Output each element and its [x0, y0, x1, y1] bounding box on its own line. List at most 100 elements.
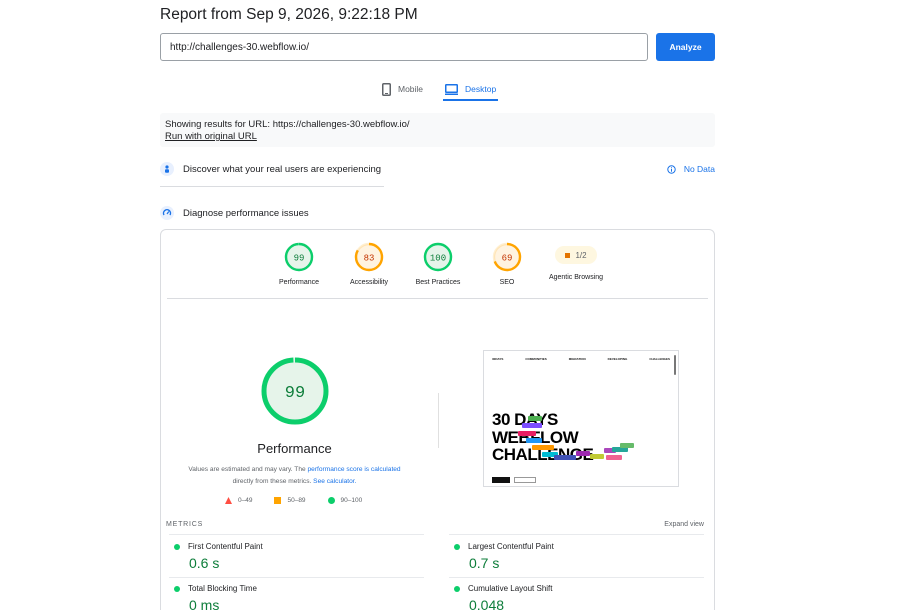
performance-note: Values are estimated and may vary. The p… [177, 464, 412, 488]
thumb-nav-item: COMMUNITIES [525, 357, 547, 361]
thumb-logo: 30DAYS [492, 357, 504, 361]
thumb-tag-chip [522, 423, 542, 428]
gauge-seo-label: SEO [499, 279, 515, 286]
pass-circle-icon [174, 543, 180, 550]
info-icon [667, 164, 676, 174]
gauge-accessibility-score: 83 [364, 254, 375, 264]
gauge-performance-label: Performance [278, 279, 320, 286]
thumb-headline-line: 30 DAYS [492, 410, 558, 429]
gauge-accessibility-label: Accessibility [349, 279, 389, 286]
square-icon [274, 497, 282, 504]
score-gauges: 99 Performance 83 Accessibility 100 Best… [161, 242, 714, 298]
thumb-nav-item: MIGRATION [568, 357, 586, 361]
gauge-performance[interactable]: 99 Performance [259, 242, 339, 286]
note-prefix: Values are estimated and may vary. The [188, 466, 308, 473]
gauge-icon [160, 206, 174, 220]
score-calculated-link[interactable]: performance score is calculated [308, 466, 401, 473]
people-icon [160, 162, 174, 176]
diagnose-title: Diagnose performance issues [183, 207, 309, 219]
tab-desktop[interactable]: Desktop [443, 78, 499, 101]
gauge-agentic-browsing[interactable]: 1/2 Agentic Browsing [536, 242, 616, 281]
thumbnail-scrollbar [674, 355, 676, 375]
gauge-seo[interactable]: 69 SEO [467, 242, 547, 286]
agentic-value: 1/2 [575, 250, 587, 260]
metric-name: Largest Contentful Paint [468, 542, 554, 551]
thumb-nav-item: CHALLENGES [649, 357, 670, 361]
analyze-button[interactable]: Analyze [656, 33, 715, 61]
thumb-nav-item: DEVELOPING [607, 357, 628, 361]
triangle-icon [225, 497, 232, 504]
see-calculator-link[interactable]: See calculator. [313, 478, 356, 485]
performance-big-score: 99 [285, 384, 305, 403]
metric-name: Cumulative Layout Shift [468, 584, 553, 593]
phone-icon [382, 82, 391, 96]
thumbnail-nav: 30DAYS COMMUNITIES MIGRATION DEVELOPING … [492, 357, 670, 361]
legend-average: 50–89 [274, 497, 306, 504]
agentic-pill: 1/2 [555, 246, 597, 264]
thumb-tag-chip [532, 445, 554, 450]
diagnose-section: Diagnose performance issues [160, 206, 715, 220]
tab-desktop-label: Desktop [465, 84, 497, 94]
pass-circle-icon [454, 585, 460, 592]
thumb-tag-chip [518, 431, 536, 436]
desktop-icon [445, 83, 459, 95]
thumb-headline-line: WEBFLOW [492, 427, 579, 447]
vertical-divider [438, 393, 439, 448]
thumb-tag-chip [528, 416, 542, 421]
page-screenshot-thumbnail[interactable]: 30DAYS COMMUNITIES MIGRATION DEVELOPING … [483, 350, 679, 487]
no-data-label: No Data [683, 164, 715, 174]
circle-icon [327, 497, 335, 504]
real-users-title: Discover what your real users are experi… [183, 163, 382, 175]
legend-fail: 0–49 [225, 497, 252, 504]
tab-mobile[interactable]: Mobile [380, 78, 425, 100]
gauge-accessibility[interactable]: 83 Accessibility [329, 242, 409, 286]
thumb-tag-chip [620, 443, 634, 448]
metric-name: First Contentful Paint [188, 542, 263, 551]
gauge-best-practices-ring: 100 [423, 242, 453, 272]
report-title: Report from Sep 9, 2026, 9:22:18 PM [160, 6, 418, 23]
gauge-best-practices[interactable]: 100 Best Practices [398, 242, 478, 286]
no-data-status[interactable]: No Data [667, 164, 715, 174]
pass-circle-icon [174, 585, 180, 592]
performance-big-gauge: 99 [261, 357, 329, 425]
gauge-seo-score: 69 [502, 254, 513, 264]
thumb-tag-chip [526, 438, 542, 443]
run-original-url-link[interactable]: Run with original URL [165, 131, 257, 142]
thumb-footer-button [492, 477, 510, 483]
metric-divider [449, 534, 704, 535]
thumb-tag-chip [606, 455, 622, 460]
report-card: 99 Performance 83 Accessibility 100 Best… [160, 229, 715, 610]
score-legend: 0–49 50–89 90–100 [225, 497, 362, 504]
metric-fcp: First Contentful Paint 0.6 s [169, 542, 419, 571]
section-divider [160, 186, 384, 187]
thumb-tag-chip [590, 454, 604, 459]
metric-divider [169, 577, 424, 578]
results-box: Showing results for URL: https://challen… [160, 113, 715, 147]
thumb-tag-chip [576, 451, 590, 456]
metric-name: Total Blocking Time [188, 584, 257, 593]
thumb-footer-button [514, 477, 536, 483]
metric-divider [169, 534, 424, 535]
card-divider [167, 298, 708, 299]
legend-average-label: 50–89 [287, 497, 306, 504]
real-users-section: Discover what your real users are experi… [160, 162, 715, 176]
metrics-heading: METRICS [166, 521, 204, 528]
legend-pass: 90–100 [327, 497, 362, 504]
metric-tbt: Total Blocking Time 0 ms [169, 584, 419, 610]
metric-lcp: Largest Contentful Paint 0.7 s [449, 542, 699, 571]
expand-view-toggle[interactable]: Expand view [664, 521, 704, 528]
metric-value: 0.7 s [469, 555, 500, 571]
note-mid: directly from these metrics. [232, 478, 314, 485]
tab-mobile-label: Mobile [398, 84, 424, 94]
metric-cls: Cumulative Layout Shift 0.048 [449, 584, 699, 610]
metric-value: 0 ms [189, 597, 220, 610]
gauge-performance-score: 99 [294, 254, 305, 264]
agentic-label: Agentic Browsing [548, 274, 604, 281]
metric-value: 0.048 [469, 597, 505, 610]
legend-fail-label: 0–49 [238, 497, 253, 504]
gauge-seo-ring: 69 [492, 242, 522, 272]
thumb-tag-chip [554, 455, 576, 460]
url-input[interactable] [160, 33, 648, 61]
agentic-square-icon [565, 252, 571, 258]
showing-results-text: Showing results for URL: https://challen… [165, 119, 410, 130]
